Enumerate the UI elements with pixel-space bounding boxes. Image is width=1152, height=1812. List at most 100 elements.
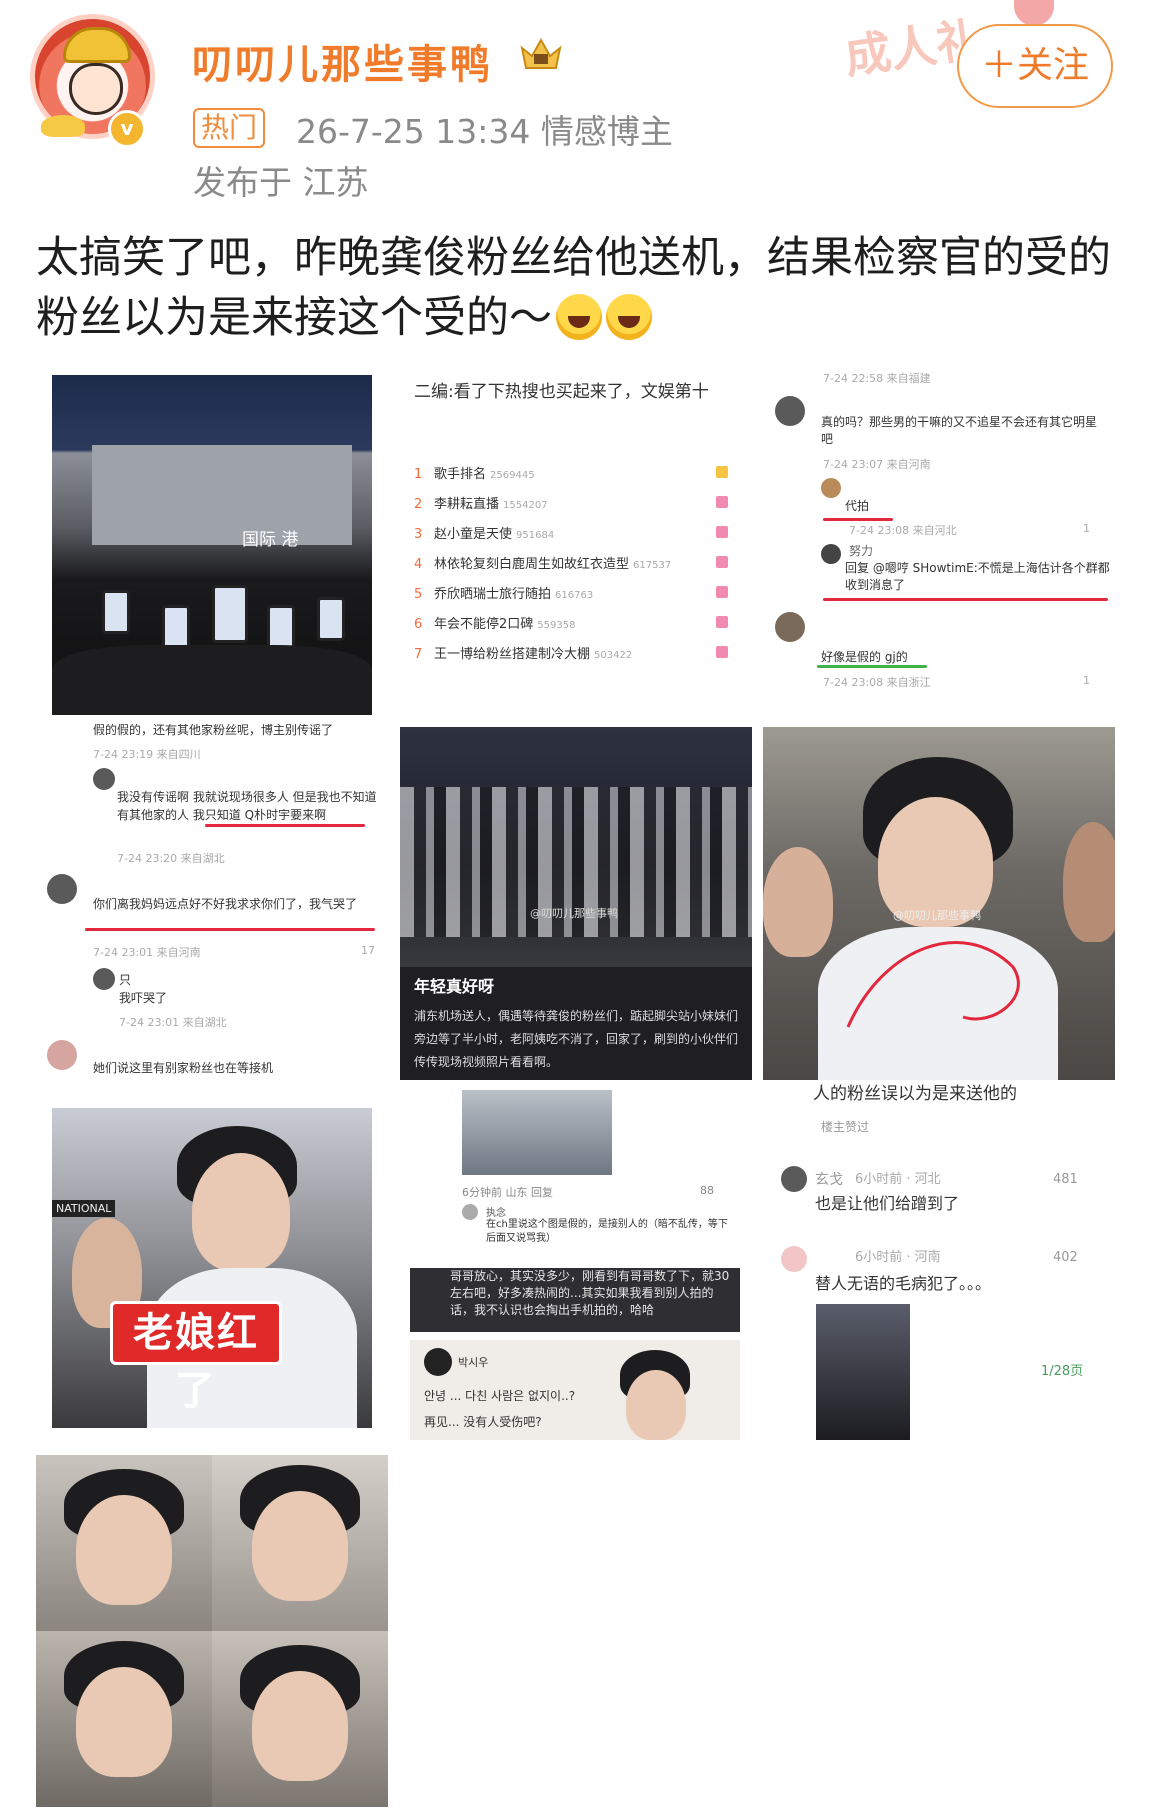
terminal-building	[92, 445, 352, 545]
comment-meta: 7-24 23:07 来自河南	[823, 458, 931, 471]
video-frame: 박시우 안녕 ... 다친 사람은 없지이..? 再见... 没有人受伤吧?	[410, 1340, 740, 1440]
hot-rank: 4	[414, 557, 423, 572]
hotlist-title: 二编:看了下热搜也买起来了，文娱第十	[414, 382, 709, 402]
hot-badge-icon	[716, 496, 728, 508]
hot-rank: 2	[414, 497, 423, 512]
collage-cell	[212, 1631, 388, 1807]
laugh-cry-emoji-icon	[606, 294, 652, 340]
comment-meta: 6小时前 · 河北	[855, 1172, 941, 1187]
avatar-gold-ingot	[41, 115, 85, 137]
hot-badge-icon	[716, 646, 728, 658]
hot-badge-icon	[716, 526, 728, 538]
raised-phone	[162, 605, 190, 649]
comment-text: 你们离我妈妈远点好不好我求求你们了，我气哭了	[93, 897, 358, 911]
username[interactable]: 叨叨儿那些事鸭	[192, 32, 493, 90]
person-face	[626, 1370, 686, 1440]
comment-meta: 7-24 23:19 来自四川	[93, 748, 201, 761]
op-liked-tag: 楼主赞过	[821, 1120, 870, 1134]
comment-meta: 7-24 22:58 来自福建	[823, 372, 931, 385]
hot-title: 年会不能停2口碑	[434, 617, 534, 632]
hot-count: 617537	[633, 560, 672, 571]
collage-cell	[36, 1631, 212, 1807]
post-image-8[interactable]: 6分钟前 山东 回复 88 执念 在ch里说这个图是假的，是接别人的（暗不乱传，…	[410, 1090, 740, 1440]
caption-sticker: 老娘红了	[110, 1301, 282, 1414]
green-underline	[817, 665, 927, 668]
comment-meta: 6分钟前 山东 回复	[462, 1186, 553, 1199]
hot-rank: 3	[414, 527, 423, 542]
hot-rank: 5	[414, 587, 423, 602]
red-underline	[205, 824, 365, 827]
person-face	[252, 1671, 348, 1781]
crowd-heads	[52, 645, 372, 715]
comment-thumbnail[interactable]	[816, 1304, 910, 1440]
hot-search-item[interactable]: 1 歌手排名 2569445	[414, 463, 535, 482]
post-image-7[interactable]: NATIONAL 老娘红了	[52, 1108, 372, 1428]
post-image-3[interactable]: 7-24 22:58 来自福建 真的吗？那些男的干嘛的又不追星不会还有其它明星吧…	[763, 362, 1115, 715]
post-image-1[interactable]: 国际 港	[52, 375, 372, 715]
comment-meta: 6小时前 · 河南	[855, 1250, 941, 1265]
bystander-face	[763, 847, 833, 957]
commenter-avatar	[821, 478, 841, 498]
caption-overlay: 年轻真好呀 浦东机场送人，偶遇等待龚俊的粉丝们，踮起脚尖站小妹妹们旁边等了半小时…	[400, 967, 752, 1080]
verified-badge-icon: v	[108, 110, 146, 148]
comment-meta: 7-24 23:01 来自河南	[93, 946, 201, 959]
post-image-6-comments[interactable]: 人的粉丝误以为是来送他的 楼主赞过 玄戈 6小时前 · 河北 481 也是让他们…	[763, 1080, 1115, 1440]
hot-count: 616763	[555, 590, 594, 601]
hot-search-item[interactable]: 2 李耕耘直播 1554207	[414, 493, 548, 512]
hot-search-item[interactable]: 7 王一博给粉丝搭建制冷大棚 503422	[414, 643, 632, 662]
hot-count: 2569445	[490, 470, 535, 481]
collage-cell	[212, 1455, 388, 1631]
hot-search-item[interactable]: 4 林依轮复刻白鹿周生如故红衣造型 617537	[414, 553, 671, 572]
follow-button[interactable]: ＋关注	[957, 24, 1113, 108]
caption-title: 年轻真好呀	[414, 977, 495, 996]
commenter-name: 努力	[849, 544, 874, 558]
hot-search-item[interactable]: 5 乔欣晒瑞士旅行随拍 616763	[414, 583, 593, 602]
hot-rank: 6	[414, 617, 423, 632]
red-underline	[823, 518, 893, 521]
comment-text: 人的粉丝误以为是来送他的	[813, 1084, 1017, 1104]
comment-text: 代拍	[845, 499, 870, 513]
commenter-avatar	[462, 1204, 478, 1220]
raised-phone	[102, 590, 130, 634]
hot-search-item[interactable]: 6 年会不能停2口碑 559358	[414, 613, 575, 632]
video-avatar	[424, 1348, 452, 1376]
commenter-name: 只	[119, 973, 132, 987]
post-image-5[interactable]: @叨叨儿那些事鸭 年轻真好呀 浦东机场送人，偶遇等待龚俊的粉丝们，踮起脚尖站小妹…	[400, 727, 752, 1080]
post-image-4[interactable]: 假的假的，还有其他家粉丝呢，博主别传谣了 7-24 23:19 来自四川 我没有…	[45, 724, 385, 1080]
hot-title: 赵小童是天使	[434, 527, 513, 542]
collage-cell	[36, 1455, 212, 1631]
hot-badge-icon	[716, 586, 728, 598]
hot-search-item[interactable]: 3 赵小童是天使 951684	[414, 523, 554, 542]
person-face	[76, 1667, 172, 1777]
post-image-9[interactable]	[36, 1455, 388, 1807]
comment-text: 在ch里说这个图是假的，是接别人的（暗不乱传，等下后面又说骂我）	[486, 1219, 728, 1244]
bystander-face	[1063, 822, 1115, 942]
hot-title: 歌手排名	[434, 467, 487, 482]
commenter-avatar	[821, 544, 841, 564]
post-image-2[interactable]: 二编:看了下热搜也买起来了，文娱第十 1 歌手排名 2569445 2 李耕耘直播 155…	[400, 375, 734, 715]
person-face	[192, 1153, 290, 1271]
hot-badge-icon	[716, 466, 728, 478]
repost-text: 哥哥放心，其实没多少，刚看到有哥哥数了下，就30左右吧，好多凑热闹的...其实如…	[450, 1269, 730, 1317]
post-text: 太搞笑了吧，昨晚龚俊粉丝给他送机，结果检察官的受的粉丝以为是来接这个受的～	[36, 228, 1116, 348]
hot-title: 乔欣晒瑞士旅行随拍	[434, 587, 552, 602]
comment-meta: 7-24 23:01 来自湖北	[119, 1016, 227, 1029]
hot-rank: 7	[414, 647, 423, 662]
watermark: @叨叨儿那些事鸭	[530, 907, 618, 920]
comment-meta: 7-24 23:08 来自浙江	[823, 676, 931, 689]
terminal-sign: 国际 港	[242, 530, 299, 550]
commenter-avatar	[93, 768, 115, 790]
hot-count: 1554207	[503, 500, 548, 511]
post-image-6[interactable]: @叨叨儿那些事鸭	[763, 727, 1115, 1080]
commenter-name: 执念	[486, 1208, 506, 1219]
like-count: 481	[1053, 1172, 1078, 1187]
comment-text: 我没有传谣啊 我就说现场很多人 但是我也不知道有其他家的人 我只知道 Q朴时宇要…	[117, 790, 377, 822]
comment-text: 替人无语的毛病犯了。。。	[815, 1274, 992, 1293]
hot-badge-icon	[716, 616, 728, 628]
sign-text: NATIONAL	[52, 1200, 116, 1217]
decoration-dot	[1014, 0, 1054, 26]
hot-count: 503422	[594, 650, 633, 661]
video-author: 박시우	[458, 1356, 489, 1369]
avatar-face	[69, 63, 123, 115]
like-count: 402	[1053, 1250, 1078, 1265]
